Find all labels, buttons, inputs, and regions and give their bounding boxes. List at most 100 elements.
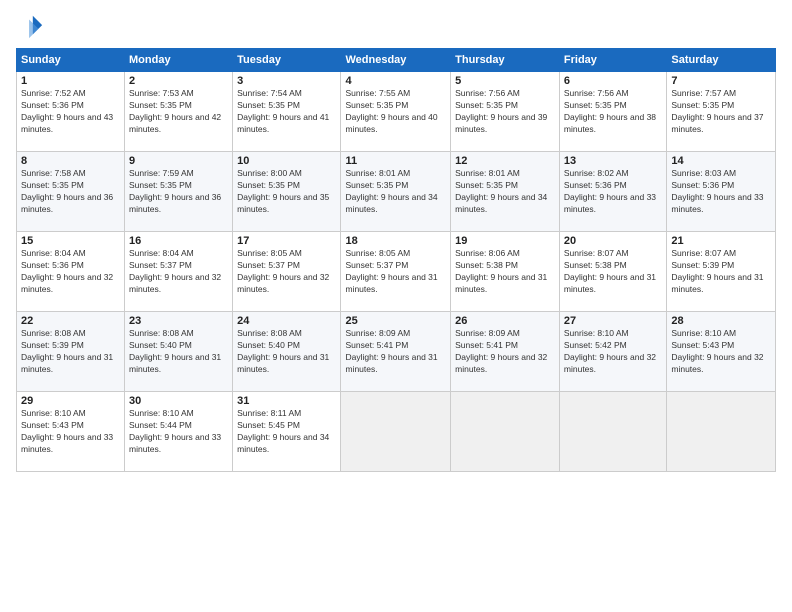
column-header-saturday: Saturday [667, 49, 776, 72]
day-cell: 8 Sunrise: 7:58 AM Sunset: 5:35 PM Dayli… [17, 152, 125, 232]
day-cell: 29 Sunrise: 8:10 AM Sunset: 5:43 PM Dayl… [17, 392, 125, 472]
day-number: 1 [21, 75, 120, 87]
day-cell [341, 392, 451, 472]
day-number: 18 [345, 235, 446, 247]
day-cell: 14 Sunrise: 8:03 AM Sunset: 5:36 PM Dayl… [667, 152, 776, 232]
day-number: 4 [345, 75, 446, 87]
day-number: 27 [564, 315, 662, 327]
day-info: Sunrise: 8:10 AM Sunset: 5:42 PM Dayligh… [564, 328, 662, 376]
page: SundayMondayTuesdayWednesdayThursdayFrid… [0, 0, 792, 612]
column-header-tuesday: Tuesday [233, 49, 341, 72]
day-number: 30 [129, 395, 228, 407]
day-info: Sunrise: 8:01 AM Sunset: 5:35 PM Dayligh… [455, 168, 555, 216]
column-header-thursday: Thursday [451, 49, 560, 72]
day-info: Sunrise: 7:59 AM Sunset: 5:35 PM Dayligh… [129, 168, 228, 216]
day-info: Sunrise: 8:02 AM Sunset: 5:36 PM Dayligh… [564, 168, 662, 216]
day-info: Sunrise: 8:04 AM Sunset: 5:36 PM Dayligh… [21, 248, 120, 296]
day-cell: 17 Sunrise: 8:05 AM Sunset: 5:37 PM Dayl… [233, 232, 341, 312]
day-info: Sunrise: 8:08 AM Sunset: 5:40 PM Dayligh… [237, 328, 336, 376]
week-row-1: 1 Sunrise: 7:52 AM Sunset: 5:36 PM Dayli… [17, 72, 776, 152]
day-number: 17 [237, 235, 336, 247]
day-info: Sunrise: 8:08 AM Sunset: 5:40 PM Dayligh… [129, 328, 228, 376]
column-header-monday: Monday [125, 49, 233, 72]
day-cell: 22 Sunrise: 8:08 AM Sunset: 5:39 PM Dayl… [17, 312, 125, 392]
day-number: 8 [21, 155, 120, 167]
day-cell: 19 Sunrise: 8:06 AM Sunset: 5:38 PM Dayl… [451, 232, 560, 312]
day-cell: 13 Sunrise: 8:02 AM Sunset: 5:36 PM Dayl… [559, 152, 666, 232]
day-info: Sunrise: 7:56 AM Sunset: 5:35 PM Dayligh… [564, 88, 662, 136]
day-info: Sunrise: 8:11 AM Sunset: 5:45 PM Dayligh… [237, 408, 336, 456]
day-info: Sunrise: 8:05 AM Sunset: 5:37 PM Dayligh… [237, 248, 336, 296]
day-number: 28 [671, 315, 771, 327]
day-info: Sunrise: 7:53 AM Sunset: 5:35 PM Dayligh… [129, 88, 228, 136]
day-info: Sunrise: 8:06 AM Sunset: 5:38 PM Dayligh… [455, 248, 555, 296]
day-info: Sunrise: 8:00 AM Sunset: 5:35 PM Dayligh… [237, 168, 336, 216]
day-info: Sunrise: 8:07 AM Sunset: 5:38 PM Dayligh… [564, 248, 662, 296]
column-header-sunday: Sunday [17, 49, 125, 72]
day-cell: 18 Sunrise: 8:05 AM Sunset: 5:37 PM Dayl… [341, 232, 451, 312]
day-number: 9 [129, 155, 228, 167]
day-number: 15 [21, 235, 120, 247]
day-info: Sunrise: 7:52 AM Sunset: 5:36 PM Dayligh… [21, 88, 120, 136]
day-cell: 11 Sunrise: 8:01 AM Sunset: 5:35 PM Dayl… [341, 152, 451, 232]
day-cell: 4 Sunrise: 7:55 AM Sunset: 5:35 PM Dayli… [341, 72, 451, 152]
day-number: 23 [129, 315, 228, 327]
column-header-wednesday: Wednesday [341, 49, 451, 72]
logo-icon [16, 12, 44, 40]
week-row-4: 22 Sunrise: 8:08 AM Sunset: 5:39 PM Dayl… [17, 312, 776, 392]
day-cell: 9 Sunrise: 7:59 AM Sunset: 5:35 PM Dayli… [125, 152, 233, 232]
day-cell [667, 392, 776, 472]
week-row-2: 8 Sunrise: 7:58 AM Sunset: 5:35 PM Dayli… [17, 152, 776, 232]
week-row-5: 29 Sunrise: 8:10 AM Sunset: 5:43 PM Dayl… [17, 392, 776, 472]
day-number: 13 [564, 155, 662, 167]
day-number: 21 [671, 235, 771, 247]
day-cell: 25 Sunrise: 8:09 AM Sunset: 5:41 PM Dayl… [341, 312, 451, 392]
calendar-body: 1 Sunrise: 7:52 AM Sunset: 5:36 PM Dayli… [17, 72, 776, 472]
day-info: Sunrise: 8:09 AM Sunset: 5:41 PM Dayligh… [455, 328, 555, 376]
day-cell: 1 Sunrise: 7:52 AM Sunset: 5:36 PM Dayli… [17, 72, 125, 152]
day-number: 5 [455, 75, 555, 87]
day-number: 24 [237, 315, 336, 327]
day-info: Sunrise: 8:07 AM Sunset: 5:39 PM Dayligh… [671, 248, 771, 296]
day-cell: 16 Sunrise: 8:04 AM Sunset: 5:37 PM Dayl… [125, 232, 233, 312]
header [16, 12, 776, 40]
day-cell: 30 Sunrise: 8:10 AM Sunset: 5:44 PM Dayl… [125, 392, 233, 472]
day-cell [559, 392, 666, 472]
calendar: SundayMondayTuesdayWednesdayThursdayFrid… [16, 48, 776, 472]
day-number: 3 [237, 75, 336, 87]
day-number: 7 [671, 75, 771, 87]
day-info: Sunrise: 8:10 AM Sunset: 5:43 PM Dayligh… [21, 408, 120, 456]
day-cell: 6 Sunrise: 7:56 AM Sunset: 5:35 PM Dayli… [559, 72, 666, 152]
day-info: Sunrise: 8:01 AM Sunset: 5:35 PM Dayligh… [345, 168, 446, 216]
day-number: 22 [21, 315, 120, 327]
column-header-friday: Friday [559, 49, 666, 72]
day-cell: 2 Sunrise: 7:53 AM Sunset: 5:35 PM Dayli… [125, 72, 233, 152]
day-number: 10 [237, 155, 336, 167]
day-cell: 24 Sunrise: 8:08 AM Sunset: 5:40 PM Dayl… [233, 312, 341, 392]
day-number: 2 [129, 75, 228, 87]
day-info: Sunrise: 8:05 AM Sunset: 5:37 PM Dayligh… [345, 248, 446, 296]
day-info: Sunrise: 7:58 AM Sunset: 5:35 PM Dayligh… [21, 168, 120, 216]
day-cell: 26 Sunrise: 8:09 AM Sunset: 5:41 PM Dayl… [451, 312, 560, 392]
day-number: 16 [129, 235, 228, 247]
day-number: 20 [564, 235, 662, 247]
calendar-header-row: SundayMondayTuesdayWednesdayThursdayFrid… [17, 49, 776, 72]
day-info: Sunrise: 7:55 AM Sunset: 5:35 PM Dayligh… [345, 88, 446, 136]
day-info: Sunrise: 8:03 AM Sunset: 5:36 PM Dayligh… [671, 168, 771, 216]
day-info: Sunrise: 7:57 AM Sunset: 5:35 PM Dayligh… [671, 88, 771, 136]
day-info: Sunrise: 8:09 AM Sunset: 5:41 PM Dayligh… [345, 328, 446, 376]
day-cell: 28 Sunrise: 8:10 AM Sunset: 5:43 PM Dayl… [667, 312, 776, 392]
day-number: 6 [564, 75, 662, 87]
day-number: 29 [21, 395, 120, 407]
day-info: Sunrise: 8:04 AM Sunset: 5:37 PM Dayligh… [129, 248, 228, 296]
day-info: Sunrise: 8:10 AM Sunset: 5:44 PM Dayligh… [129, 408, 228, 456]
day-info: Sunrise: 8:08 AM Sunset: 5:39 PM Dayligh… [21, 328, 120, 376]
day-cell: 23 Sunrise: 8:08 AM Sunset: 5:40 PM Dayl… [125, 312, 233, 392]
day-info: Sunrise: 8:10 AM Sunset: 5:43 PM Dayligh… [671, 328, 771, 376]
day-number: 25 [345, 315, 446, 327]
day-number: 26 [455, 315, 555, 327]
day-info: Sunrise: 7:54 AM Sunset: 5:35 PM Dayligh… [237, 88, 336, 136]
day-number: 14 [671, 155, 771, 167]
day-cell: 31 Sunrise: 8:11 AM Sunset: 5:45 PM Dayl… [233, 392, 341, 472]
day-number: 19 [455, 235, 555, 247]
